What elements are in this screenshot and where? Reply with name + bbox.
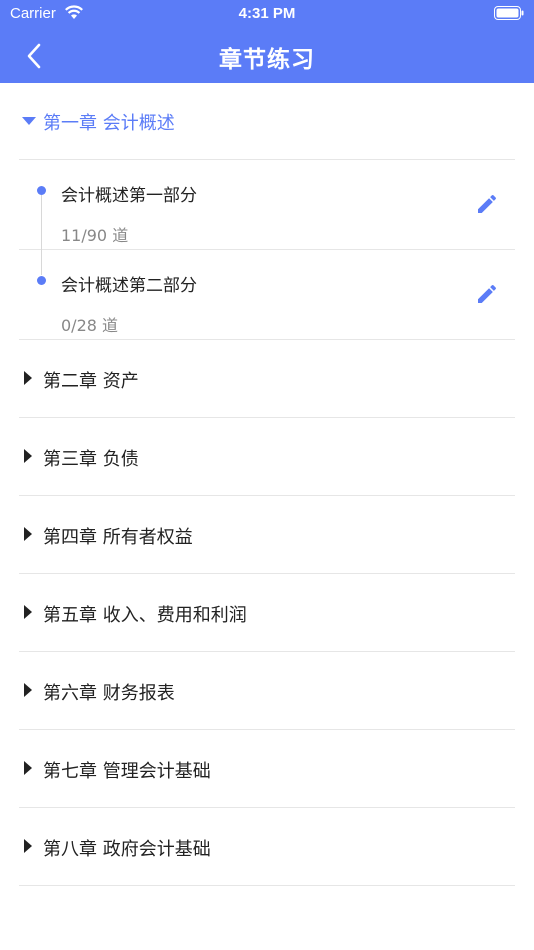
triangle-right-icon — [24, 527, 32, 541]
section-progress: 0/28 道 — [61, 316, 119, 335]
pencil-icon — [478, 284, 497, 303]
chapter-item[interactable]: 第六章 财务报表 — [19, 652, 515, 730]
chapter-item[interactable]: 第七章 管理会计基础 — [19, 730, 515, 808]
header: Carrier 4:31 PM 章节练习 — [0, 0, 534, 83]
triangle-right-icon — [24, 371, 32, 385]
status-bar: Carrier 4:31 PM — [0, 0, 534, 28]
section-item[interactable]: 会计概述第一部分 11/90 道 — [19, 160, 515, 250]
chapter-title: 第八章 政府会计基础 — [43, 839, 211, 860]
chapter-title: 第二章 资产 — [43, 371, 139, 392]
pencil-icon — [478, 194, 497, 213]
chapter-title: 第六章 财务报表 — [43, 683, 175, 704]
timeline-dot — [37, 276, 46, 285]
triangle-right-icon — [24, 449, 32, 463]
chapter-title: 第一章 会计概述 — [43, 113, 175, 134]
chapter-title: 第七章 管理会计基础 — [43, 761, 211, 782]
edit-button[interactable] — [475, 192, 503, 220]
triangle-right-icon — [24, 761, 32, 775]
navigation-bar: 章节练习 — [0, 28, 534, 83]
triangle-right-icon — [24, 683, 32, 697]
triangle-right-icon — [24, 605, 32, 619]
triangle-right-icon — [24, 839, 32, 853]
chapter-title: 第五章 收入、费用和利润 — [43, 605, 247, 626]
timeline-dot — [37, 186, 46, 195]
section-item[interactable]: 会计概述第二部分 0/28 道 — [19, 250, 515, 340]
triangle-down-icon — [22, 117, 36, 125]
chapter-item[interactable]: 第三章 负债 — [19, 418, 515, 496]
chapter-list: 第一章 会计概述 会计概述第一部分 11/90 道 会计概述第二部分 0/28 … — [0, 83, 534, 886]
chapter-title: 第四章 所有者权益 — [43, 527, 193, 548]
section-progress: 11/90 道 — [61, 226, 129, 245]
chapter-item[interactable]: 第八章 政府会计基础 — [19, 808, 515, 886]
chapter-item[interactable]: 第四章 所有者权益 — [19, 496, 515, 574]
status-time: 4:31 PM — [238, 5, 296, 22]
timeline-line — [41, 250, 42, 275]
timeline-line — [41, 195, 42, 250]
chapter-title: 第三章 负债 — [43, 449, 139, 470]
section-title: 会计概述第二部分 — [61, 276, 197, 296]
battery-icon — [494, 6, 524, 20]
edit-button[interactable] — [475, 282, 503, 310]
chapter-item[interactable]: 第二章 资产 — [19, 340, 515, 418]
chapter-item[interactable]: 第五章 收入、费用和利润 — [19, 574, 515, 652]
page-title: 章节练习 — [219, 47, 315, 73]
section-title: 会计概述第一部分 — [61, 186, 197, 206]
chapter-item-expanded[interactable]: 第一章 会计概述 — [19, 83, 515, 160]
